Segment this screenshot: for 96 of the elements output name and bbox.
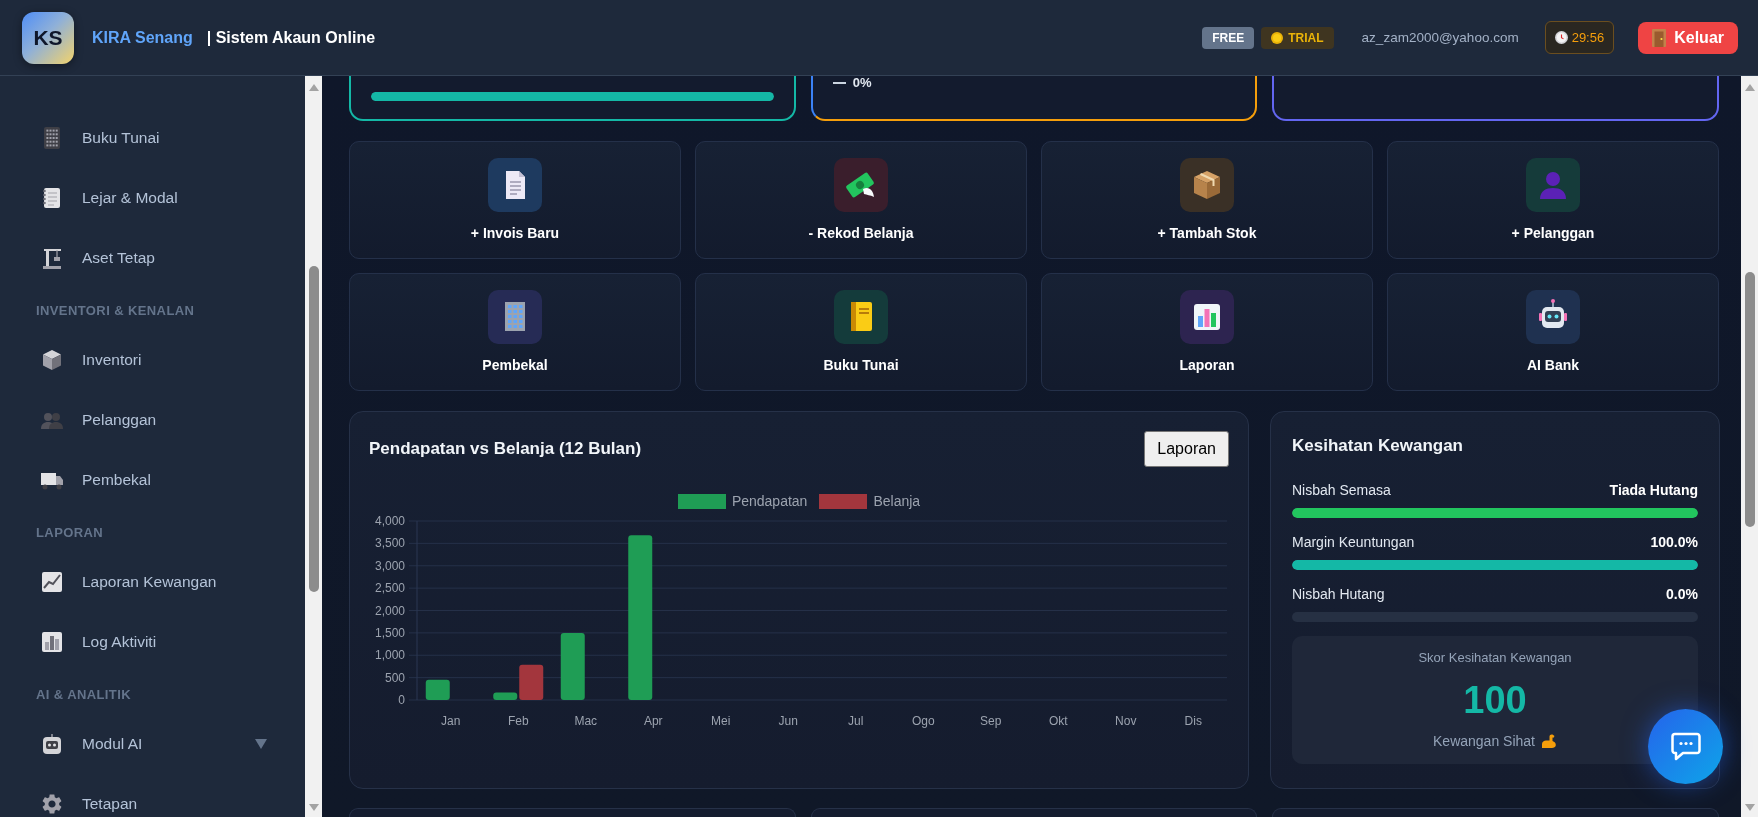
plan-badge: FREE: [1202, 26, 1255, 49]
axis-tick-label: 1,500: [374, 625, 405, 640]
quick-action-button[interactable]: + Pelanggan: [1387, 141, 1719, 259]
chart-bar: [425, 679, 450, 700]
metric-label: Nisbah Semasa: [1292, 482, 1391, 498]
badge-label: TRIAL: [1288, 30, 1324, 45]
report-button[interactable]: Laporan: [1144, 431, 1229, 467]
axis-tick-label: 3,500: [374, 536, 405, 551]
sidebar-item[interactable]: Lejar & Modal: [40, 186, 285, 210]
logout-button[interactable]: Keluar: [1638, 21, 1738, 54]
axis-tick-label: 500: [384, 670, 405, 685]
axis-tick-label: Ogo: [911, 714, 935, 728]
building-icon: [488, 290, 542, 344]
score-label: Skor Kesihatan Kewangan: [1418, 650, 1572, 666]
chart-bar: [560, 632, 585, 700]
scroll-up-arrow-icon[interactable]: [1744, 84, 1755, 91]
notebook-icon: [834, 290, 888, 344]
axis-tick-label: Sep: [980, 714, 1002, 728]
caret-icon[interactable]: [255, 739, 267, 749]
sidebar-section-title: LAPORAN: [36, 525, 105, 541]
axis-tick-label: 2,000: [374, 603, 405, 618]
banknote-icon: [834, 158, 888, 212]
timer-text: 29:56: [1571, 30, 1605, 45]
axis-tick-label: Apr: [643, 714, 663, 728]
chat-icon: [1670, 732, 1701, 761]
chart-title: Pendapatan vs Belanja (12 Bulan): [369, 439, 642, 459]
card-title: Kesihatan Kewangan: [1292, 435, 1464, 457]
sidebar-item[interactable]: Buku Tunai: [40, 126, 285, 150]
sidebar-item[interactable]: Laporan Kewangan: [40, 570, 285, 594]
document-icon: [488, 158, 542, 212]
scroll-down-arrow-icon[interactable]: [308, 804, 319, 811]
quick-action-button[interactable]: Pembekal: [349, 273, 681, 391]
trend-value: 0%: [852, 76, 872, 90]
metric-value: 0.0%: [1666, 586, 1698, 602]
scrollbar-thumb[interactable]: [1744, 272, 1755, 527]
axis-tick-label: Mei: [711, 714, 731, 728]
robot-icon: [40, 732, 64, 756]
axis-tick-label: 3,000: [374, 558, 405, 573]
dash-icon: [832, 82, 846, 84]
bar-chart-icon: [1180, 290, 1234, 344]
robot-icon: [1526, 290, 1580, 344]
flexed-arm-icon: [1541, 733, 1557, 749]
metric-label: Margin Keuntungan: [1292, 534, 1415, 550]
box-icon: [40, 348, 64, 372]
line-chart-icon: [40, 570, 64, 594]
scrollbar-thumb[interactable]: [308, 266, 319, 592]
clock-icon: [1554, 31, 1568, 44]
app-subtitle: | Sistem Akaun Online: [206, 28, 376, 47]
coin-icon: [1271, 31, 1284, 44]
metric-value: Tiada Hutang: [1609, 482, 1698, 498]
metric-label: Nisbah Hutang: [1292, 586, 1385, 602]
sidebar-item[interactable]: Pembekal: [40, 468, 285, 492]
axis-tick-label: 2,500: [374, 581, 405, 596]
brand-name: KIRA Senang: [92, 28, 193, 47]
sidebar-item[interactable]: Inventori: [40, 348, 285, 372]
quick-action-button[interactable]: Laporan: [1041, 273, 1373, 391]
sidebar-item[interactable]: Log Aktiviti: [40, 630, 285, 654]
sidebar-item[interactable]: Aset Tetap: [40, 246, 285, 270]
quick-action-button[interactable]: + Invois Baru: [349, 141, 681, 259]
sidebar-section-title: AI & ANALITIK: [36, 687, 132, 703]
door-icon: [1652, 28, 1667, 47]
sidebar-item[interactable]: Pelanggan: [40, 408, 285, 432]
axis-tick-label: 0: [398, 693, 405, 707]
sidebar-section-title: INVENTORI & KENALAN: [36, 303, 196, 319]
scrollbar[interactable]: [305, 76, 322, 817]
axis-tick-label: Okt: [1048, 714, 1068, 728]
axis-tick-label: Jul: [848, 714, 864, 728]
quick-action-button[interactable]: + Tambah Stok: [1041, 141, 1373, 259]
metric-value: 100.0%: [1650, 534, 1698, 550]
axis-tick-label: Mac: [574, 714, 598, 728]
quick-action-button[interactable]: - Rekod Belanja: [695, 141, 1027, 259]
axis-tick-label: Dis: [1184, 714, 1202, 728]
scroll-up-arrow-icon[interactable]: [308, 84, 319, 91]
person-icon: [1526, 158, 1580, 212]
settings-icon: [40, 792, 64, 816]
sidebar-item[interactable]: Tetapan: [40, 792, 285, 816]
crane-icon: [40, 246, 64, 270]
axis-tick-label: Jun: [778, 714, 798, 728]
axis-tick-label: 1,000: [374, 648, 405, 663]
legend-label: Pendapatan: [731, 493, 808, 509]
axis-tick-label: Nov: [1115, 714, 1137, 728]
bar-chart-icon: [40, 630, 64, 654]
user-email: az_zam2000@yahoo.com: [1361, 30, 1519, 45]
quick-action-button[interactable]: Buku Tunai: [695, 273, 1027, 391]
score-caption: Kewangan Sihat: [1433, 732, 1535, 750]
scroll-down-arrow-icon[interactable]: [1744, 804, 1755, 811]
app-logo: KS: [22, 11, 74, 64]
quick-action-button[interactable]: AI Bank: [1387, 273, 1719, 391]
legend-label: Belanja: [873, 493, 921, 509]
axis-tick-label: 4,000: [374, 514, 405, 528]
sidebar-item[interactable]: Modul AI: [40, 732, 285, 756]
health-score: 100: [1463, 680, 1527, 720]
axis-tick-label: Feb: [507, 714, 529, 728]
scrollbar[interactable]: [1741, 76, 1758, 817]
package-icon: [1180, 158, 1234, 212]
axis-tick-label: Jan: [441, 714, 461, 728]
